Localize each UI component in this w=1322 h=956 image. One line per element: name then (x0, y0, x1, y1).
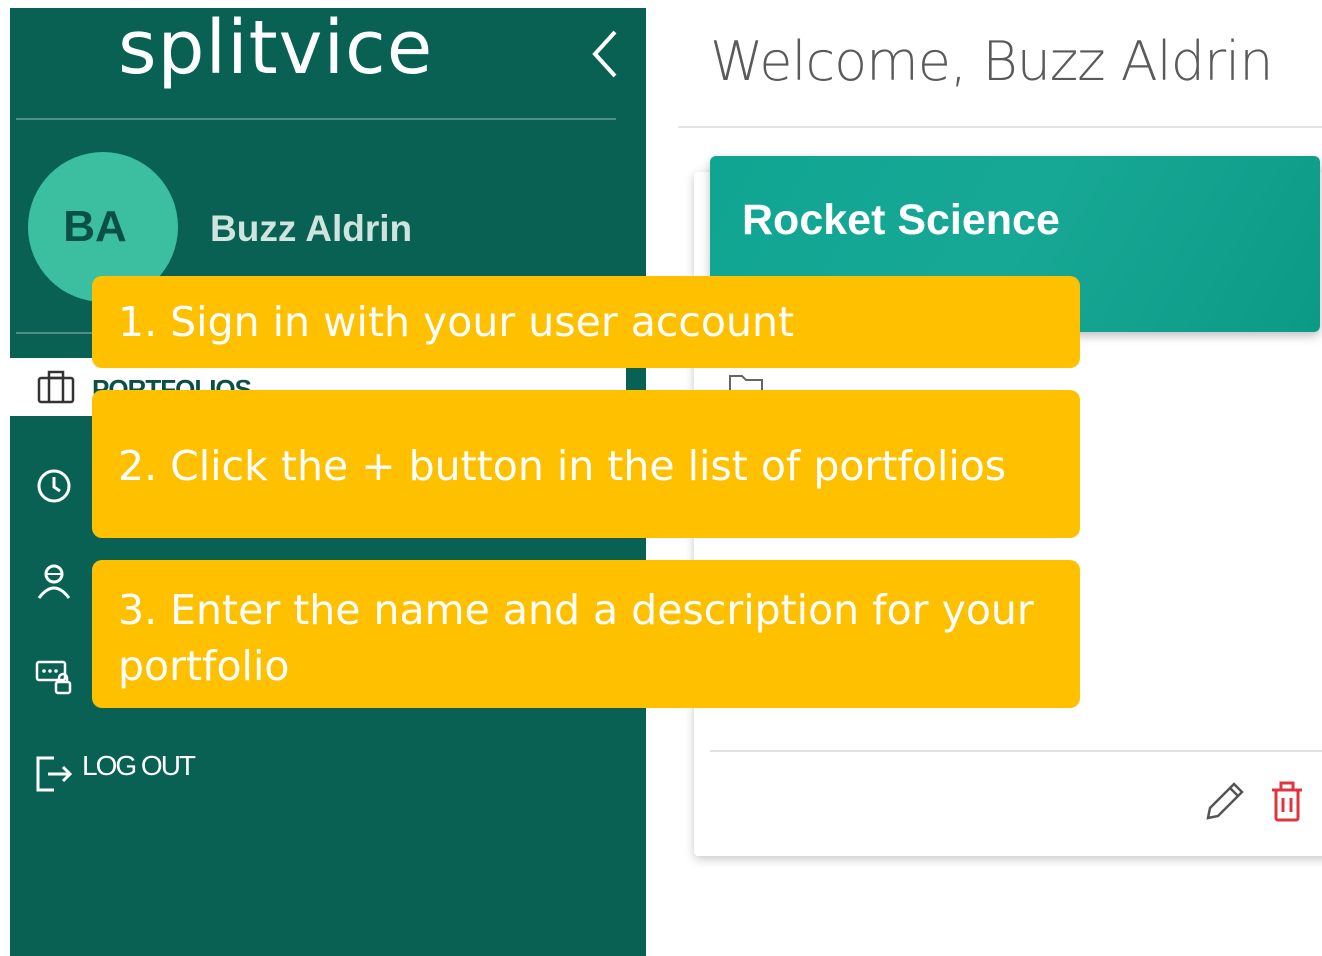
edit-icon[interactable] (1200, 778, 1248, 826)
page-title: Welcome, Buzz Aldrin (710, 30, 1273, 93)
logout-button[interactable]: LOG OUT (82, 750, 196, 782)
collapse-sidebar-icon[interactable] (585, 24, 625, 84)
app-logo: splitvice (118, 5, 434, 91)
user-icon[interactable] (34, 562, 74, 602)
portfolio-card-title: Rocket Science (742, 196, 1060, 244)
header-divider (678, 126, 1322, 128)
sidebar-divider (16, 118, 616, 120)
clock-icon[interactable] (34, 466, 74, 506)
logout-icon[interactable] (34, 754, 74, 794)
briefcase-icon (37, 370, 75, 404)
user-name: Buzz Aldrin (210, 208, 413, 249)
api-key-lock-icon[interactable] (34, 656, 74, 696)
trash-icon[interactable] (1268, 780, 1306, 824)
instruction-callout: 2. Click the + button in the list of por… (92, 390, 1080, 538)
instruction-callout: 1. Sign in with your user account (92, 276, 1080, 368)
card-divider (710, 750, 1322, 752)
instruction-callout: 3. Enter the name and a description for … (92, 560, 1080, 708)
